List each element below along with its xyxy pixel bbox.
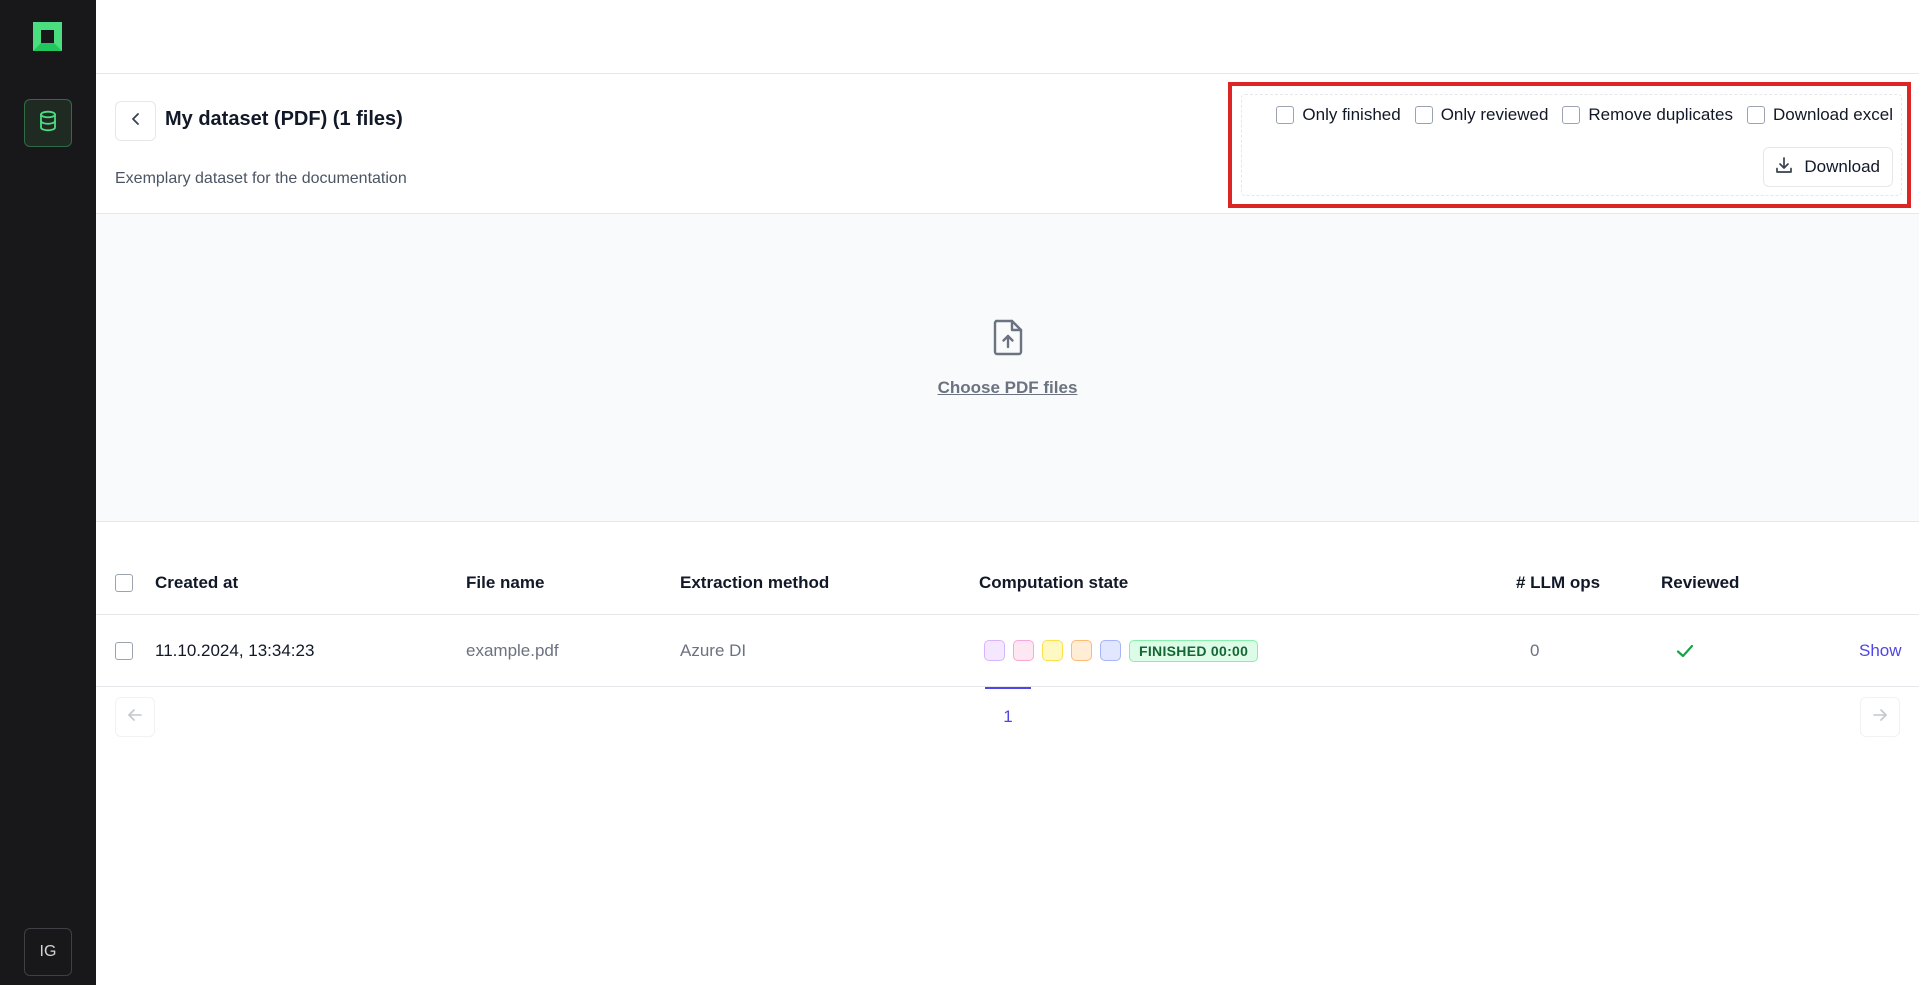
only-finished-checkbox[interactable]: Only finished [1276,105,1401,125]
state-step-chip [1013,640,1034,661]
only-reviewed-checkbox[interactable]: Only reviewed [1414,105,1549,125]
download-excel-checkbox[interactable]: Download excel [1746,105,1893,125]
column-reviewed[interactable]: Reviewed [1661,552,1739,614]
cell-file-name: example.pdf [466,640,559,660]
checkbox-label: Only reviewed [1440,105,1549,124]
arrow-left-icon [126,706,144,729]
checkbox-box[interactable] [1276,106,1295,124]
export-options-panel: Only finished Only reviewed Remove dupli… [1241,94,1902,196]
checkbox-label: Only finished [1302,105,1401,124]
state-step-chip [1042,640,1063,661]
checkbox-box[interactable] [115,574,133,592]
database-icon [36,109,60,138]
checkbox-label: Download excel [1772,105,1893,124]
column-extraction-method[interactable]: Extraction method [680,552,829,614]
choose-pdf-files-link[interactable]: Choose PDF files [96,378,1919,398]
chevron-left-icon [128,111,144,132]
download-icon [1774,155,1794,180]
sidebar: IG [0,0,96,985]
main-content: My dataset (PDF) (1 files) Exemplary dat… [96,0,1919,985]
column-created-at[interactable]: Created at [155,552,238,614]
previous-page-button[interactable] [115,697,155,737]
column-file-name[interactable]: File name [466,552,544,614]
page-number-current[interactable]: 1 [985,687,1031,735]
table-row[interactable]: 11.10.2024, 13:34:23 example.pdf Azure D… [96,615,1919,687]
checkbox-box[interactable] [1414,106,1433,124]
checkbox-label: Remove duplicates [1588,105,1733,124]
download-button[interactable]: Download [1763,147,1893,187]
next-page-button[interactable] [1860,697,1900,737]
column-llm-ops[interactable]: # LLM ops [1516,552,1600,614]
app-logo-icon[interactable] [31,20,64,53]
download-button-label: Download [1804,157,1880,176]
column-computation-state[interactable]: Computation state [979,552,1128,614]
nav-datasets-button[interactable] [24,99,72,147]
table-header: Created at File name Extraction method C… [96,552,1919,615]
file-dropzone[interactable]: Choose PDF files [96,214,1919,522]
top-bar [96,0,1919,74]
state-step-chip [1071,640,1092,661]
select-all-checkbox[interactable] [115,552,133,614]
dataset-description: Exemplary dataset for the documentation [115,170,407,187]
checkbox-box[interactable] [1562,106,1581,124]
cell-llm-ops: 0 [1530,640,1540,660]
cell-computation-state: FINISHED 00:00 [984,615,1259,686]
page-title: My dataset (PDF) (1 files) [165,108,403,130]
checkbox-box[interactable] [1746,106,1765,124]
user-avatar[interactable]: IG [24,928,72,976]
arrow-right-icon [1871,706,1889,729]
remove-duplicates-checkbox[interactable]: Remove duplicates [1562,105,1733,125]
back-button[interactable] [115,101,156,141]
row-select-checkbox[interactable] [115,615,133,686]
reviewed-check-icon [1674,615,1696,686]
show-link[interactable]: Show [1859,615,1902,686]
file-upload-icon [991,318,1025,356]
cell-created-at: 11.10.2024, 13:34:23 [155,640,315,660]
checkbox-box[interactable] [115,641,133,660]
dataset-header: My dataset (PDF) (1 files) Exemplary dat… [96,74,1919,214]
cell-extraction-method: Azure DI [680,640,747,660]
state-step-chip [1100,640,1121,661]
status-badge: FINISHED 00:00 [1129,639,1259,662]
state-step-chip [984,640,1005,661]
